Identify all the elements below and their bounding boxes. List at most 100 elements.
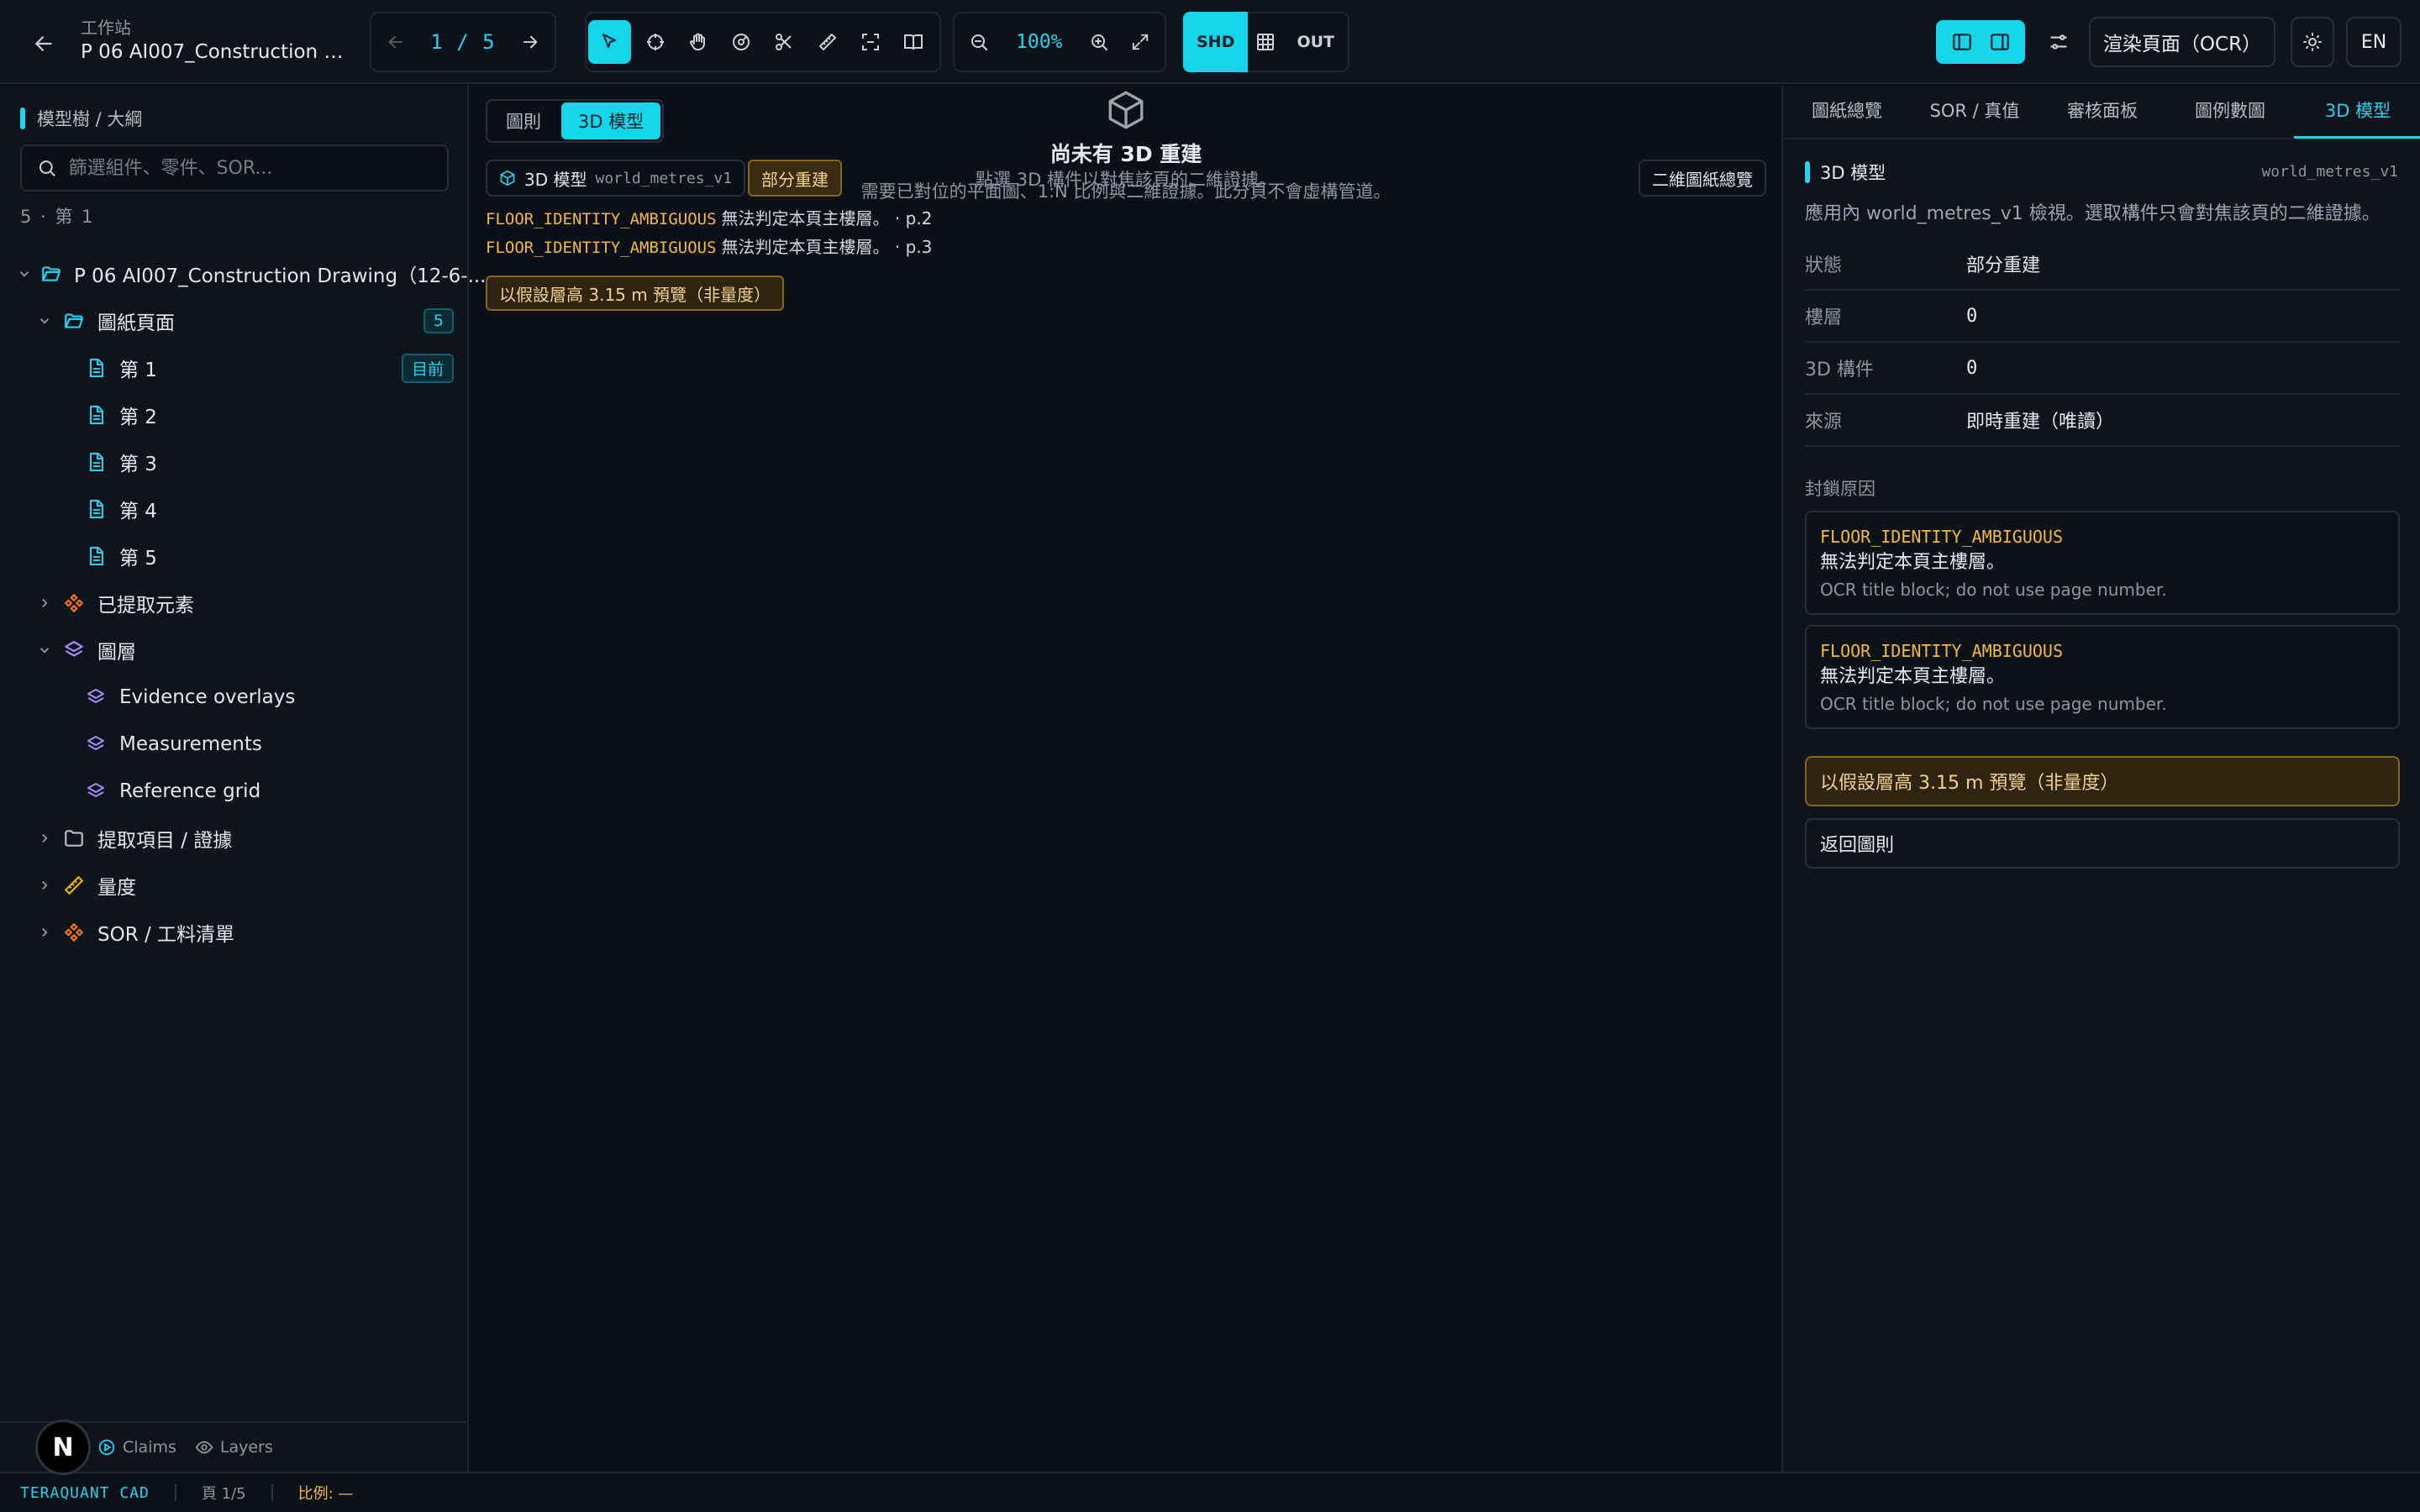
tree-extracted[interactable]: 已提取元素	[0, 580, 469, 627]
components-icon	[62, 921, 86, 944]
chevron-down-icon	[17, 266, 32, 281]
back-button[interactable]	[25, 25, 62, 62]
workspace-label: 工作站	[81, 18, 131, 38]
file-icon	[84, 544, 108, 568]
folder-open-icon	[62, 309, 86, 333]
file-icon	[84, 497, 108, 521]
layer-item[interactable]: Reference grid	[0, 768, 469, 815]
wireframe-mode-button[interactable]	[1253, 20, 1278, 64]
scissors-icon	[776, 34, 792, 50]
tree-sheets[interactable]: 圖紙頁面 5	[0, 297, 469, 344]
book-tool-button[interactable]	[895, 20, 933, 64]
tree-quantities[interactable]: 量度	[0, 862, 469, 909]
rotate-tool-button[interactable]	[723, 20, 760, 64]
page-indicator[interactable]: 1 / 5	[418, 30, 508, 54]
tab-drawing[interactable]: 圖則	[489, 102, 558, 139]
model-chip: 3D 模型 world_metres_v1	[486, 160, 746, 197]
prev-page-button[interactable]	[378, 20, 413, 64]
zoom-in-button[interactable]	[1081, 20, 1117, 64]
field-row: 3D 構件 0	[1805, 343, 2400, 395]
layer-label: Evidence overlays	[119, 686, 296, 708]
folder-icon	[62, 827, 86, 850]
page-label: 第 5	[119, 548, 157, 570]
tab-3d-model[interactable]: 3D 模型	[561, 102, 661, 139]
outline-mode-button[interactable]: OUT	[1283, 12, 1348, 72]
tree-page-4[interactable]: 第 4	[0, 486, 469, 533]
field-key: 樓層	[1805, 307, 1843, 328]
status-bar: TERAQUANT CAD 頁 1/5 比例: —	[0, 1472, 2420, 1512]
next-page-button[interactable]	[513, 20, 548, 64]
sheet-overview-button[interactable]: 二維圖紙總覽	[1639, 160, 1766, 197]
filter-field[interactable]	[20, 144, 449, 192]
tree-evidence[interactable]: 提取項目 / 證據	[0, 815, 469, 862]
cube-icon	[500, 170, 515, 186]
select-tool-button[interactable]	[588, 20, 631, 64]
assumed-height-preview-button[interactable]: 以假設層高 3.15 m 預覽（非量度）	[1805, 756, 2400, 806]
tab-3d-model[interactable]: 3D 模型	[2294, 85, 2420, 139]
field-key: 來源	[1805, 412, 1843, 433]
panel-heading: 3D 模型	[1805, 160, 1886, 185]
field-row: 來源 即時重建（唯讀）	[1805, 395, 2400, 447]
pan-tool-button[interactable]	[679, 20, 717, 64]
sliders-icon	[2050, 34, 2067, 50]
layer-item[interactable]: Evidence overlays	[0, 674, 469, 721]
tab-sor-truth[interactable]: SOR / 真值	[1911, 85, 2039, 139]
play-circle-icon	[98, 1439, 115, 1456]
tab-sheet-overview[interactable]: 圖紙總覽	[1783, 85, 1911, 139]
left-panel-icon	[1952, 34, 1971, 50]
blocker-card: FLOOR_IDENTITY_AMBIGUOUS 無法判定本頁主樓層。 OCR …	[1805, 625, 2400, 729]
tree-root-label: P 06 AI007_Construction Drawing（12-6-...	[74, 265, 487, 287]
language-button[interactable]: EN	[2346, 17, 2402, 67]
file-icon	[84, 450, 108, 474]
tab-legend[interactable]: 圖例數圖	[2166, 85, 2294, 139]
tree-layers[interactable]: 圖層	[0, 627, 469, 674]
layers-tab[interactable]: Layers	[195, 1438, 273, 1457]
tree-page-2[interactable]: 第 2	[0, 391, 469, 438]
file-icon	[84, 356, 108, 380]
tree-root[interactable]: P 06 AI007_Construction Drawing（12-6-...	[0, 250, 487, 297]
crosshair-tool-button[interactable]	[636, 20, 674, 64]
field-key: 3D 構件	[1805, 360, 1874, 381]
folder-open-icon	[40, 262, 62, 286]
tree-page-5[interactable]: 第 5	[0, 533, 469, 580]
cube-icon	[1108, 91, 1144, 129]
render-ocr-button[interactable]: 渲染頁面（OCR）	[2089, 17, 2275, 67]
blocker-code: FLOOR_IDENTITY_AMBIGUOUS	[486, 239, 717, 257]
grid-icon	[1257, 34, 1275, 50]
blocker-code: FLOOR_IDENTITY_AMBIGUOUS	[486, 210, 717, 228]
fullscreen-button[interactable]	[1123, 20, 1158, 64]
blocker-text: 無法判定本頁主樓層。 · p.2	[721, 208, 933, 228]
avatar[interactable]: N	[35, 1420, 91, 1475]
ruler-icon	[818, 33, 837, 51]
layer-item[interactable]: Measurements	[0, 721, 469, 768]
tree-sor[interactable]: SOR / 工料清單	[0, 909, 469, 956]
fit-tool-button[interactable]	[851, 20, 889, 64]
render-mode-toggle: SHD OUT	[1181, 12, 1349, 72]
filter-input[interactable]	[68, 157, 432, 179]
claims-tab[interactable]: Claims	[97, 1438, 176, 1457]
tree-layers-label: 圖層	[97, 642, 136, 664]
blocker-line: FLOOR_IDENTITY_AMBIGUOUS 無法判定本頁主樓層。 · p.3	[486, 234, 932, 258]
search-icon	[39, 160, 55, 176]
assumed-height-preview-chip[interactable]: 以假設層高 3.15 m 預覽（非量度）	[486, 276, 785, 311]
panel-toggle[interactable]	[1936, 20, 2025, 64]
tree-page-1[interactable]: 第 1 目前	[0, 344, 469, 391]
tab-review-panel[interactable]: 審核面板	[2039, 85, 2166, 139]
measure-tool-button[interactable]	[808, 20, 846, 64]
settings-button[interactable]	[2037, 20, 2081, 64]
zoom-level[interactable]: 100%	[1002, 31, 1076, 53]
sidebar-heading: 模型樹 / 大綱	[20, 106, 142, 131]
return-to-drawing-button[interactable]: 返回圖則	[1805, 818, 2400, 869]
blocker-heading: 封鎖原因	[1805, 479, 1876, 499]
shaded-mode-button[interactable]: SHD	[1183, 12, 1249, 72]
tree-sheets-label: 圖紙頁面	[97, 312, 175, 334]
theme-toggle-button[interactable]	[2291, 17, 2334, 67]
model-tree: P 06 AI007_Construction Drawing（12-6-...…	[0, 250, 487, 956]
claims-label: Claims	[123, 1438, 176, 1457]
zoom-out-button[interactable]	[961, 20, 997, 64]
blocker-code: FLOOR_IDENTITY_AMBIGUOUS	[1820, 527, 2063, 547]
page-label: 第 4	[119, 501, 157, 522]
tree-page-3[interactable]: 第 3	[0, 438, 469, 486]
arrow-left-icon	[34, 36, 52, 51]
cut-tool-button[interactable]	[765, 20, 803, 64]
